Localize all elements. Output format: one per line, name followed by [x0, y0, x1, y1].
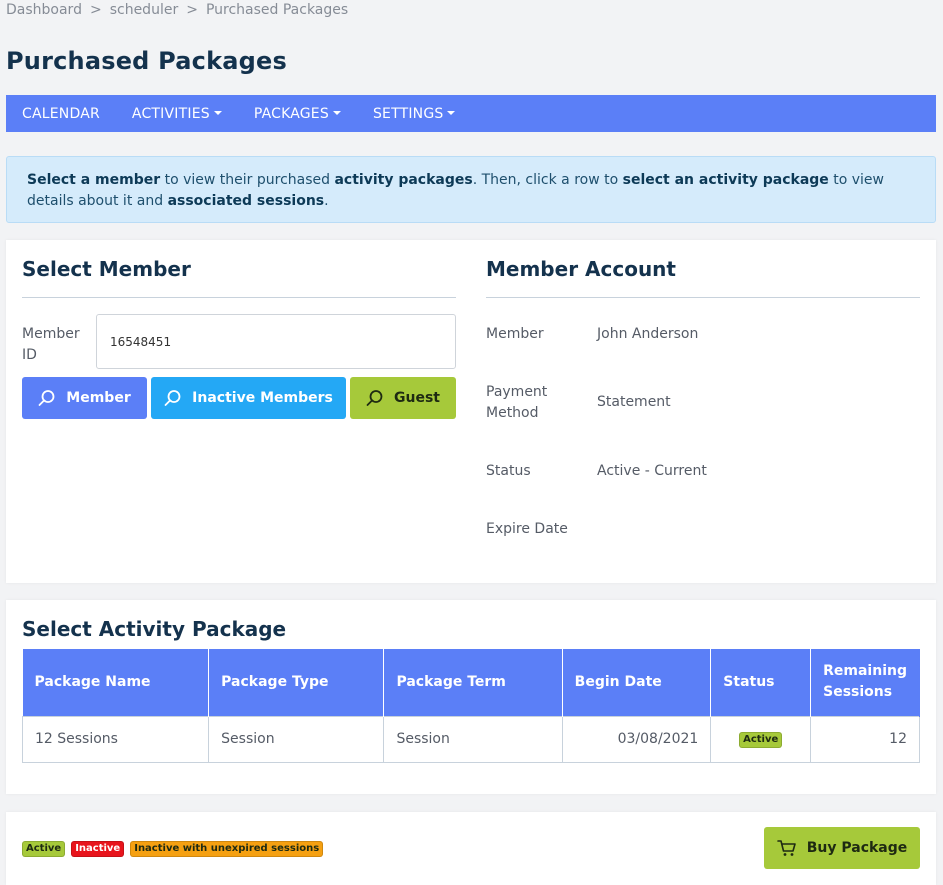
nav-packages-dropdown[interactable]: PACKAGES — [254, 106, 341, 122]
package-name-cell: 12 Sessions — [21, 715, 210, 763]
package-term-cell: Session — [383, 715, 563, 763]
info-text: . Then, click a row to — [472, 172, 623, 188]
caret-down-icon — [213, 110, 222, 115]
nav-activities-dropdown[interactable]: ACTIVITIES — [132, 106, 222, 122]
member-card: Select Member Member ID Member Inactive … — [6, 240, 936, 583]
info-text: Select a member — [27, 172, 161, 188]
table-row[interactable]: 12 Sessions Session Session 03/08/2021 A… — [21, 715, 920, 763]
select-member-title: Select Member — [22, 257, 191, 281]
member-id-label: Member ID — [22, 326, 80, 363]
search-icon — [38, 390, 55, 406]
nav-activities-label: ACTIVITIES — [131, 105, 210, 122]
page-title: Purchased Packages — [6, 47, 287, 75]
main-navbar: CALENDAR ACTIVITIES PACKAGES SETTINGS — [6, 95, 936, 132]
breadcrumb-separator: > — [186, 2, 198, 18]
breadcrumb: Dashboard > scheduler > Purchased Packag… — [6, 2, 348, 18]
nav-calendar-label: CALENDAR — [22, 105, 100, 122]
breadcrumb-scheduler[interactable]: scheduler — [110, 2, 179, 18]
member-account-title: Member Account — [486, 257, 676, 281]
nav-packages-label: PACKAGES — [253, 105, 329, 122]
buy-package-label: Buy Package — [806, 840, 908, 856]
column-header[interactable]: Status — [710, 649, 812, 716]
info-text: activity packages — [334, 172, 473, 188]
search-guest-label: Guest — [394, 390, 440, 406]
legend-active-badge: Active — [22, 841, 66, 857]
column-header[interactable]: Package Type — [208, 649, 385, 716]
column-header[interactable]: Package Term — [383, 649, 563, 716]
legend-unexpired-badge: Inactive with unexpired sessions — [130, 841, 324, 857]
column-header[interactable]: Remaining Sessions — [810, 649, 920, 716]
status-cell: Active — [710, 715, 812, 763]
member-id-input[interactable] — [96, 314, 456, 369]
divider — [22, 297, 456, 298]
table-header-row: Package Name Package Type Package Term B… — [22, 649, 920, 716]
info-text: to view their purchased — [160, 172, 335, 188]
info-text: . — [324, 193, 329, 209]
status-label: Status — [486, 463, 531, 479]
status-badge: Active — [739, 732, 783, 748]
breadcrumb-current: Purchased Packages — [205, 2, 349, 18]
status-legend: Active Inactive Inactive with unexpired … — [22, 841, 324, 857]
expire-date-label: Expire Date — [486, 521, 568, 537]
caret-down-icon — [332, 110, 341, 115]
breadcrumb-separator: > — [89, 2, 102, 18]
search-inactive-members-button[interactable]: Inactive Members — [151, 377, 346, 419]
cart-icon — [776, 840, 796, 856]
payment-method-value: Statement — [597, 394, 671, 410]
member-label: Member — [486, 326, 544, 342]
member-value: John Anderson — [597, 326, 699, 342]
legend-inactive-badge: Inactive — [71, 841, 125, 857]
payment-method-label: Payment Method — [486, 384, 548, 421]
search-icon — [164, 390, 181, 406]
caret-down-icon — [447, 110, 456, 115]
status-value: Active - Current — [597, 463, 707, 479]
search-guest-button[interactable]: Guest — [350, 377, 456, 419]
search-member-label: Member — [66, 390, 131, 406]
buy-package-button[interactable]: Buy Package — [764, 827, 920, 869]
package-type-cell: Session — [208, 715, 385, 763]
select-package-title: Select Activity Package — [22, 617, 287, 641]
search-icon — [366, 390, 383, 406]
column-header[interactable]: Begin Date — [562, 649, 712, 716]
search-member-button[interactable]: Member — [22, 377, 147, 419]
nav-calendar[interactable]: CALENDAR — [22, 106, 100, 122]
info-alert: Select a member to view their purchased … — [6, 156, 936, 223]
packages-card: Select Activity Package Package Name Pac… — [6, 600, 936, 794]
column-header[interactable]: Package Name — [22, 649, 210, 716]
nav-settings-label: SETTINGS — [372, 105, 444, 122]
breadcrumb-dashboard[interactable]: Dashboard — [6, 2, 82, 18]
remaining-sessions-cell: 12 — [810, 715, 920, 763]
packages-table: Package Name Package Type Package Term B… — [21, 649, 920, 763]
nav-settings-dropdown[interactable]: SETTINGS — [373, 106, 456, 122]
begin-date-cell: 03/08/2021 — [561, 715, 712, 763]
divider — [486, 297, 920, 298]
info-text: select an activity package — [622, 172, 829, 188]
footer-card: Active Inactive Inactive with unexpired … — [6, 812, 936, 885]
search-inactive-members-label: Inactive Members — [192, 390, 333, 406]
info-text: associated sessions — [167, 193, 325, 209]
